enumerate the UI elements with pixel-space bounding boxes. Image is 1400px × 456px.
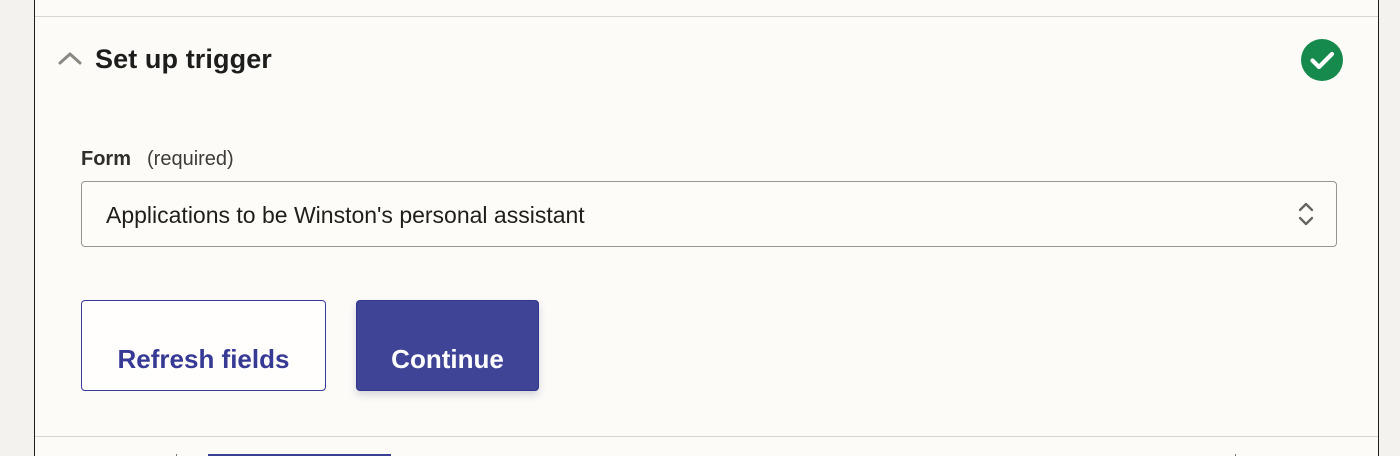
check-circle-icon [1301,39,1343,81]
continue-button[interactable]: Continue [356,300,539,391]
chevron-up-down-icon [1297,200,1315,228]
refresh-fields-button[interactable]: Refresh fields [81,300,326,391]
selected-form-value: Applications to be Winston's personal as… [106,202,585,228]
required-indicator: (required) [147,147,234,170]
trigger-section-header[interactable]: Set up trigger [35,18,1378,100]
trigger-setup-screen: Set up trigger Form (required) Applicati… [0,0,1400,456]
section-title: Set up trigger [95,44,272,74]
form-label: Form [81,147,131,170]
form-select[interactable]: Applications to be Winston's personal as… [81,181,1337,247]
bottom-divider [35,436,1378,437]
trigger-step-panel: Set up trigger Form (required) Applicati… [34,0,1379,456]
top-divider [35,16,1378,17]
chevron-up-icon[interactable] [56,47,84,69]
form-field-label: Form (required) [81,145,234,173]
